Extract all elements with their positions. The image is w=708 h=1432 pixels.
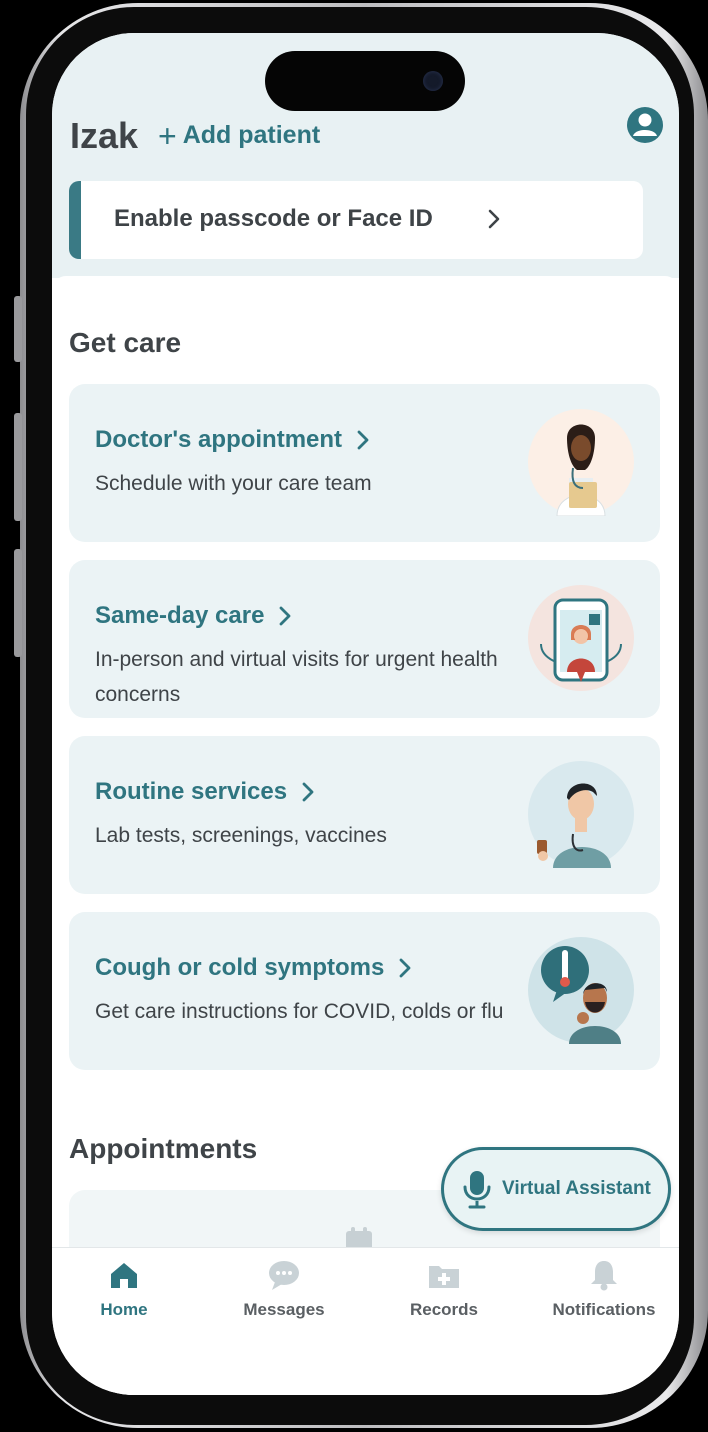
mute-switch [14, 296, 22, 362]
dynamic-island [265, 51, 465, 111]
volume-down-button [14, 549, 22, 657]
banner-accent-bar [69, 181, 81, 259]
card-title: Doctor's appointment [95, 426, 370, 454]
add-patient-label: Add patient [182, 121, 321, 149]
sick-patient-illustration-icon [528, 937, 634, 1044]
chevron-right-icon [280, 606, 291, 626]
patient-name: Izak [70, 115, 139, 156]
passcode-banner[interactable]: Enable passcode or Face ID [69, 181, 643, 259]
get-care-title: Get care [69, 327, 182, 358]
chevron-right-icon [488, 209, 500, 229]
front-camera [423, 71, 443, 91]
virtual-visit-illustration-icon [528, 585, 634, 691]
profile-icon[interactable] [626, 106, 664, 144]
nurse-illustration-icon [528, 761, 634, 868]
nav-item-home[interactable]: Home [52, 1258, 199, 1320]
bell-icon [591, 1261, 617, 1291]
nav-item-records[interactable]: Records [369, 1258, 519, 1320]
home-icon [111, 1263, 137, 1288]
nav-item-notifications[interactable]: Notifications [529, 1258, 679, 1320]
card-cough-cold-symptoms[interactable]: Cough or cold symptoms Get care instruct… [69, 912, 660, 1070]
virtual-assistant-button[interactable]: Virtual Assistant [441, 1147, 671, 1231]
nav-label-home: Home [100, 1300, 148, 1319]
medical-folder-icon [429, 1266, 459, 1288]
chevron-right-icon [399, 958, 411, 978]
card-routine-services[interactable]: Routine services Lab tests, screenings, … [69, 736, 660, 894]
microphone-icon [463, 1171, 491, 1209]
card-title: Cough or cold symptoms [95, 954, 412, 982]
volume-up-button [14, 413, 22, 521]
card-same-day-care[interactable]: Same-day care In-person and virtual visi… [69, 560, 660, 718]
chat-bubble-icon [269, 1261, 299, 1290]
card-description: In-person and virtual visits for urgent … [95, 648, 498, 706]
card-description: Get care instructions for COVID, colds o… [95, 1000, 504, 1023]
add-patient-button[interactable]: + Add patient [158, 117, 321, 154]
card-title: Routine services [95, 778, 315, 806]
nav-item-messages[interactable]: Messages [209, 1258, 359, 1320]
nav-label-messages: Messages [243, 1300, 325, 1319]
passcode-banner-label: Enable passcode or Face ID [114, 205, 433, 232]
chevron-right-icon [357, 430, 369, 450]
doctor-illustration-icon [528, 409, 634, 516]
plus-icon: + [158, 117, 177, 154]
bottom-navigation: Home Messages Records Notifications [52, 1247, 679, 1395]
card-description: Schedule with your care team [95, 472, 372, 495]
virtual-assistant-label: Virtual Assistant [502, 1178, 651, 1199]
appointments-title: Appointments [69, 1133, 258, 1164]
card-title: Same-day care [95, 602, 292, 630]
app-screen: Izak + Add patient Enable passcode or Fa… [52, 33, 679, 1395]
card-description: Lab tests, screenings, vaccines [95, 824, 387, 847]
chevron-right-icon [302, 782, 314, 802]
main-content: Get care Doctor's appointment Schedule w… [52, 276, 679, 1276]
nav-label-notifications: Notifications [552, 1300, 656, 1319]
nav-label-records: Records [409, 1300, 479, 1319]
card-doctors-appointment[interactable]: Doctor's appointment Schedule with your … [69, 384, 660, 542]
